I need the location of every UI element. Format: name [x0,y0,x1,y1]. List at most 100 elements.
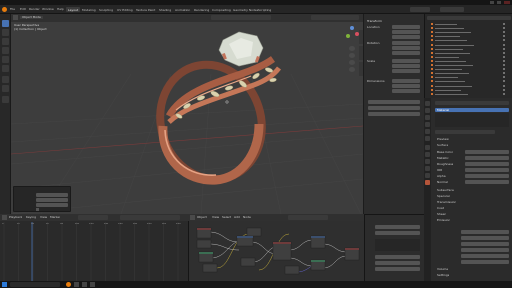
view-layer-props-icon[interactable] [425,122,430,127]
maximize-button[interactable] [497,1,501,4]
scene-selector[interactable] [410,7,430,12]
transmission-label[interactable]: Transmission [437,201,456,204]
constraint-props-icon[interactable] [425,166,430,171]
z-axis-icon[interactable] [350,26,354,30]
shading-mode-buttons[interactable] [311,15,359,20]
specular-label[interactable]: Specular [437,195,450,198]
visibility-eye-icon[interactable] [503,51,505,54]
playback-menu[interactable]: Playback [9,216,22,219]
menu-edit[interactable]: Edit [20,7,26,12]
mode-selector[interactable]: Object Mode [20,16,43,19]
npanel-section-transform[interactable]: Transform [367,20,382,23]
base-color-field[interactable] [465,150,509,154]
operator-field-1[interactable] [36,193,68,197]
measure-tool-icon[interactable] [2,85,9,92]
shader-node-editor[interactable] [188,214,364,281]
visibility-eye-icon[interactable] [503,43,505,46]
settings-field-6[interactable] [461,260,509,264]
taskbar-app-icon[interactable] [90,282,95,287]
outliner-row[interactable] [431,43,509,47]
operator-field-3[interactable] [36,203,68,207]
location-z-field[interactable] [392,35,420,39]
scene-props-icon[interactable] [425,129,430,134]
node-node-menu[interactable]: Node [243,216,251,219]
transform-controls[interactable] [211,15,271,20]
npanel-tab-tool[interactable] [359,46,363,60]
outliner-row[interactable] [431,47,509,51]
outliner-row[interactable] [431,51,509,55]
outliner-row[interactable] [431,59,509,63]
settings-field-5[interactable] [461,254,509,258]
move-tool-icon[interactable] [2,38,9,45]
settings-field-2[interactable] [461,236,509,240]
start-menu-icon[interactable] [2,282,7,287]
outliner-row[interactable] [431,55,509,59]
tab-rendering[interactable]: Rendering [192,7,211,12]
outliner-row[interactable] [431,92,509,96]
node-editor-type-icon[interactable] [190,215,195,220]
add-cube-tool-icon[interactable] [2,96,9,103]
data-props-icon[interactable] [425,173,430,178]
taskbar-app-icon[interactable] [82,282,87,287]
outliner-row[interactable] [431,80,509,83]
visibility-eye-icon[interactable] [503,39,505,42]
outliner-row[interactable] [431,31,509,34]
tab-texture-paint[interactable]: Texture Paint [134,7,157,12]
node-select-menu[interactable]: Select [222,216,231,219]
visibility-eye-icon[interactable] [503,27,505,30]
material-props-icon[interactable] [425,180,430,185]
outliner-row[interactable] [431,88,509,92]
taskbar-app-icon[interactable] [74,282,79,287]
keying-menu[interactable]: Keying [26,216,36,219]
marker-menu[interactable]: Marker [50,216,60,219]
blender-logo-icon[interactable] [2,7,7,12]
outliner-search-input[interactable] [427,16,511,20]
coat-label[interactable]: Coat [437,207,444,210]
panel-volume[interactable]: Volume [437,268,448,271]
tool-props-icon[interactable] [425,101,430,106]
y-axis-icon[interactable] [346,34,350,38]
panel-settings[interactable]: Settings [437,274,449,277]
visibility-eye-icon[interactable] [503,88,505,91]
taskbar-search-input[interactable] [10,282,60,287]
settings-field-1[interactable] [461,230,509,234]
location-x-field[interactable] [392,25,420,29]
settings-field-4[interactable] [461,248,509,252]
tab-scripting[interactable]: Scripting [256,7,273,12]
outliner-row[interactable] [431,23,509,26]
npanel-tab-item[interactable] [359,30,363,44]
rotation-x-field[interactable] [392,41,420,45]
node-panel-field-4[interactable] [375,261,420,265]
roughness-field[interactable] [465,162,509,166]
node-panel-field-5[interactable] [375,267,420,271]
emission-label[interactable]: Emission [437,219,450,222]
visibility-eye-icon[interactable] [503,23,505,25]
rotation-z-field[interactable] [392,51,420,55]
visibility-eye-icon[interactable] [503,92,505,95]
dimension-z-field[interactable] [392,89,420,93]
outliner-row[interactable] [431,84,509,88]
object-props-icon[interactable] [425,145,430,150]
location-y-field[interactable] [392,30,420,34]
zoom-icon[interactable] [349,46,355,51]
visibility-eye-icon[interactable] [503,80,505,83]
pan-icon[interactable] [349,53,355,58]
frame-range-fields[interactable] [120,215,180,220]
output-props-icon[interactable] [425,115,430,120]
subsurface-label[interactable]: Subsurface [437,189,454,192]
npanel-tab-view[interactable] [359,62,363,76]
transform-tool-icon[interactable] [2,65,9,72]
outliner-row[interactable] [431,39,509,42]
sheen-label[interactable]: Sheen [437,213,446,216]
timeline-editor[interactable]: 0 20 40 60 80 100 120 140 160 180 200 220 240 [0,214,188,282]
tab-layout[interactable]: Layout [66,7,81,12]
cursor-tool-icon[interactable] [2,29,9,36]
view-layer-selector[interactable] [440,7,464,12]
npanel-section-row-1[interactable] [368,100,420,104]
node-panel-field-3[interactable] [375,255,420,259]
npanel-section-row-3[interactable] [368,112,420,116]
visibility-eye-icon[interactable] [503,31,505,34]
camera-view-icon[interactable] [349,60,355,65]
annotate-tool-icon[interactable] [2,76,9,83]
last-operator-panel[interactable] [13,186,71,212]
